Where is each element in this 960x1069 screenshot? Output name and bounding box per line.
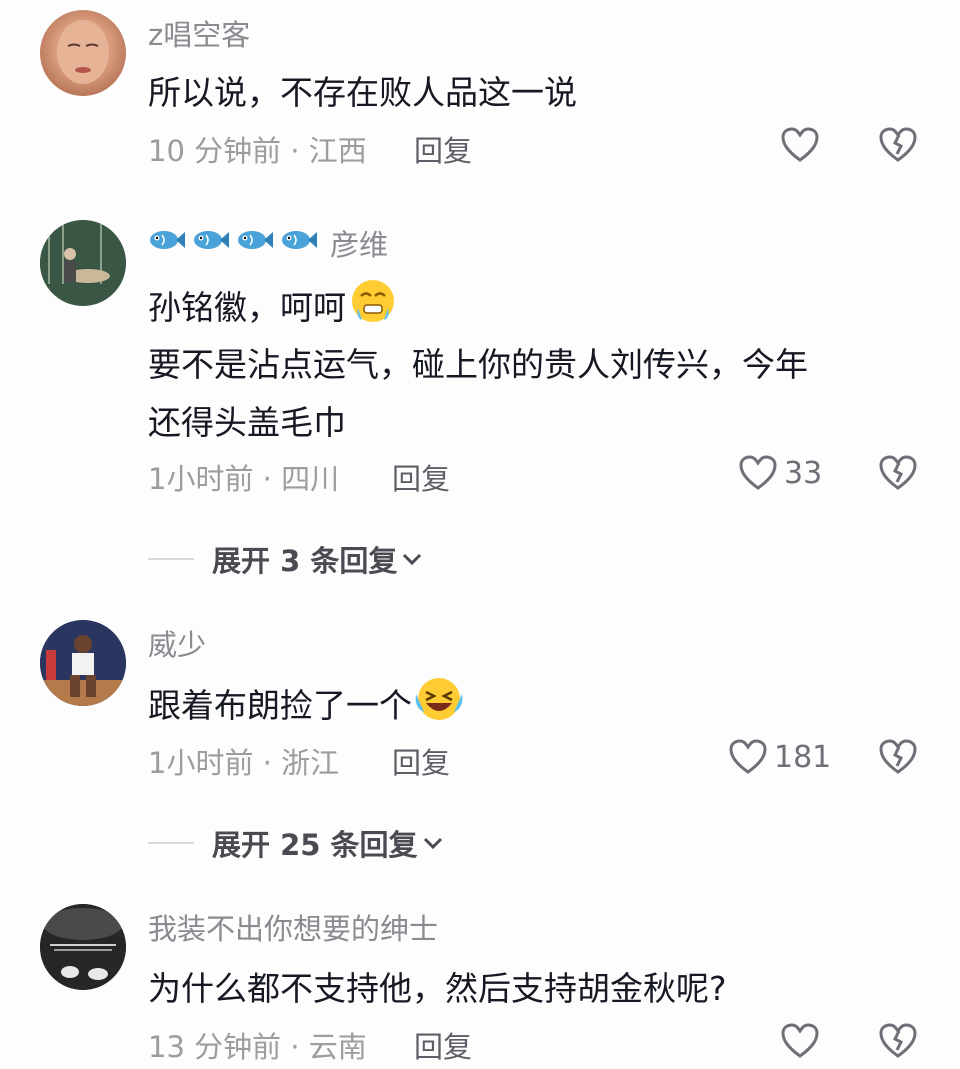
comment-meta: 1小时前 · 浙江 [148, 746, 340, 780]
expand-replies-label: 展开 25 条回复 [212, 828, 418, 862]
expand-replies-button[interactable]: 展开 25 条回复 [148, 822, 444, 864]
heart-icon [781, 1023, 819, 1058]
reply-button[interactable]: 回复 [392, 456, 450, 498]
comment-username[interactable]: 我装不出你想要的绅士 [148, 906, 438, 948]
dislike-button[interactable] [878, 1022, 918, 1064]
comment-text: 要不是沾点运气，碰上你的贵人刘传兴，今年 [148, 345, 808, 384]
fish-icon [280, 226, 318, 260]
broken-heart-icon [879, 455, 917, 490]
divider [148, 842, 194, 844]
comment-meta: 13 分钟前 · 云南 [148, 1030, 367, 1064]
heart-icon [729, 739, 767, 774]
avatar[interactable] [40, 10, 126, 96]
avatar-horse-icon [40, 904, 126, 990]
comment-text: 还得头盖毛巾 [148, 403, 346, 442]
comment-text-row: 孙铭徽，呵呵 [148, 278, 396, 332]
like-button[interactable]: 181 [728, 738, 831, 776]
comment-username-row: 彦维 [148, 222, 388, 264]
broken-heart-icon [879, 1023, 917, 1058]
avatar[interactable] [40, 904, 126, 990]
avatar-player-icon [40, 620, 126, 706]
heart-icon [781, 127, 819, 162]
like-count: 181 [774, 739, 832, 775]
like-count: 33 [784, 455, 823, 491]
avatar-face-icon [57, 20, 109, 84]
comment-meta: 1小时前 · 四川 [148, 462, 340, 496]
like-button[interactable]: 33 [738, 454, 822, 492]
crying-emoji-icon [350, 278, 396, 332]
comment-text: 所以说，不存在败人品这一说 [148, 73, 577, 112]
chevron-down-icon [423, 837, 442, 850]
comment-text: 孙铭徽，呵呵 [148, 288, 346, 327]
dislike-button[interactable] [878, 454, 918, 496]
avatar[interactable] [40, 620, 126, 706]
expand-replies-label: 展开 3 条回复 [212, 544, 398, 578]
reply-button[interactable]: 回复 [392, 740, 450, 782]
fish-icon [236, 226, 274, 260]
comment-meta: 10 分钟前 · 江西 [148, 134, 367, 168]
like-button[interactable] [780, 1022, 820, 1060]
fish-icon [148, 226, 186, 260]
comment-username[interactable]: z唱空客 [148, 12, 250, 54]
comment-text: 为什么都不支持他，然后支持胡金秋呢? [148, 969, 727, 1008]
chevron-down-icon [403, 553, 422, 566]
comment-text: 跟着布朗捡了一个 [148, 686, 412, 725]
avatar-photo-icon [40, 220, 126, 306]
avatar[interactable] [40, 220, 126, 306]
fish-icon [192, 226, 230, 260]
expand-replies-button[interactable]: 展开 3 条回复 [148, 538, 423, 580]
comment-username[interactable]: 彦维 [330, 222, 388, 264]
heart-icon [739, 455, 777, 490]
reply-button[interactable]: 回复 [414, 128, 472, 170]
broken-heart-icon [879, 739, 917, 774]
dislike-button[interactable] [878, 126, 918, 168]
divider [148, 558, 194, 560]
laughing-crying-emoji-icon [414, 676, 464, 730]
broken-heart-icon [879, 127, 917, 162]
dislike-button[interactable] [878, 738, 918, 780]
reply-button[interactable]: 回复 [414, 1024, 472, 1066]
comment-username[interactable]: 威少 [148, 622, 206, 664]
comment-text-row: 跟着布朗捡了一个 [148, 676, 464, 730]
like-button[interactable] [780, 126, 820, 164]
